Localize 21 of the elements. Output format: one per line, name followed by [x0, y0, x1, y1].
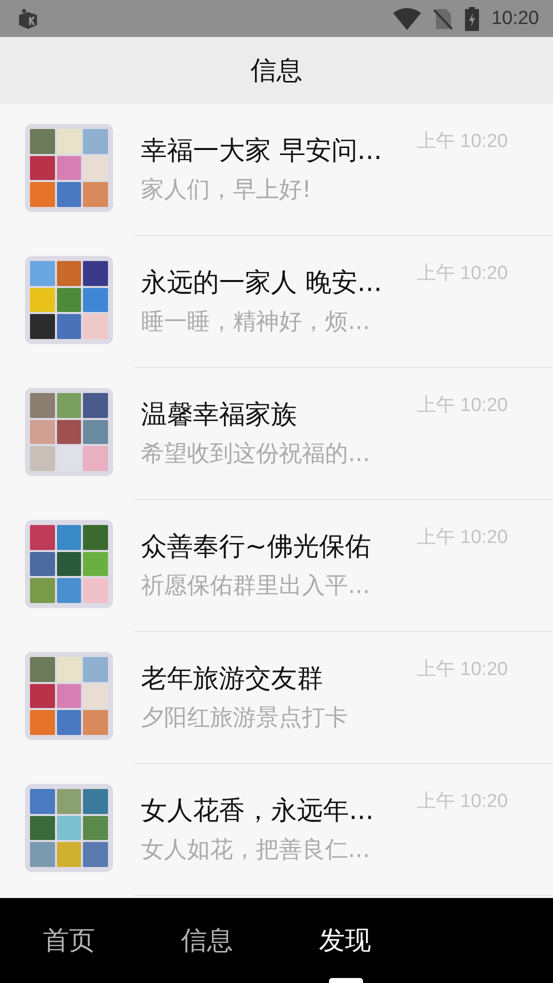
chat-name: 女人花香，永远年...: [141, 795, 375, 828]
chat-preview: 希望收到这份祝福的...: [141, 440, 371, 469]
status-time: 10:20: [491, 8, 539, 30]
chat-name: 众善奉行~佛光保佑: [141, 531, 372, 564]
chat-name: 幸福一大家 早安问...: [141, 135, 384, 168]
chat-preview: 夕阳红旅游景点打卡: [141, 704, 349, 733]
no-sim-icon: [433, 8, 454, 30]
chat-name: 老年旅游交友群: [141, 663, 324, 696]
nav-tab[interactable]: 首页: [0, 898, 138, 983]
chat-preview: 女人如花，把善良仁...: [141, 836, 371, 865]
nav-tab[interactable]: 信息: [138, 898, 276, 983]
chat-preview: 家人们，早上好!: [141, 176, 312, 205]
app-notification-icon: [16, 6, 40, 30]
wifi-icon: [393, 8, 422, 30]
chat-preview: 祈愿保佑群里出入平...: [141, 572, 371, 601]
chat-name: 温馨幸福家族: [141, 399, 298, 432]
nav-tab[interactable]: 发现: [276, 898, 414, 983]
chat-name: 永远的一家人 晚安...: [141, 267, 384, 300]
battery-charging-icon: [465, 6, 480, 30]
chat-preview: 睡一睡，精神好，烦...: [141, 308, 371, 337]
page-title: 信息: [250, 55, 302, 88]
